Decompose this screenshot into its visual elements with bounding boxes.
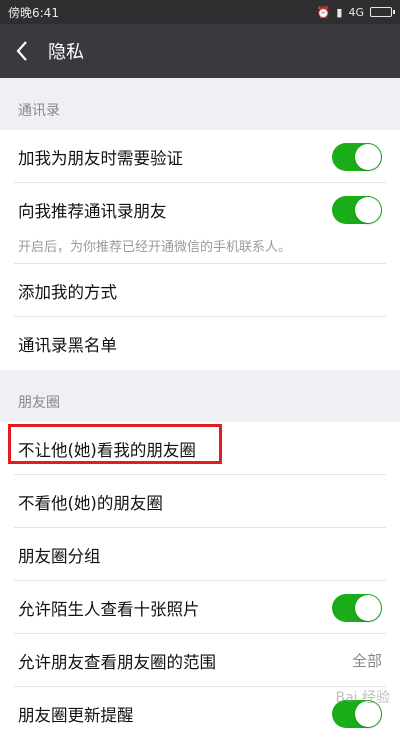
section-header-contacts: 通讯录 [0,78,400,130]
hide-others-label: 不看他(她)的朋友圈 [18,493,163,513]
verify-friend-toggle[interactable] [332,142,382,171]
stranger-photos-label: 允许陌生人查看十张照片 [18,599,200,619]
friends-range-value: 全部 [351,652,382,670]
add-methods-row[interactable]: 添加我的方式 [0,264,400,317]
battery-icon [370,7,395,17]
status-icons: ⏰ ▮ 4G [316,5,395,19]
recommend-contacts-row[interactable]: 向我推荐通讯录朋友 [0,183,400,236]
highlight-box [8,424,222,464]
moments-groups-row[interactable]: 朋友圈分组 [0,528,400,581]
friends-range-row[interactable]: 允许朋友查看朋友圈的范围 全部 [0,634,400,687]
toggle-knob [355,594,381,621]
back-button[interactable] [0,24,44,78]
stranger-photos-toggle[interactable] [332,593,382,622]
toggle-knob [355,143,381,170]
stranger-photos-row[interactable]: 允许陌生人查看十张照片 [0,581,400,634]
add-methods-label: 添加我的方式 [18,282,117,302]
recommend-contacts-label: 向我推荐通讯录朋友 [18,201,167,221]
friends-range-label: 允许朋友查看朋友圈的范围 [18,652,216,672]
page-title: 隐私 [48,42,84,63]
chevron-left-icon [16,41,27,61]
toggle-knob [355,196,381,223]
recommend-contacts-toggle[interactable] [332,195,382,224]
section-header-moments: 朋友圈 [0,370,400,422]
update-reminder-label: 朋友圈更新提醒 [18,705,134,725]
title-bar: 隐私 [0,24,400,78]
network-type: 4G [348,5,364,19]
status-time: 傍晚6:41 [8,5,59,20]
verify-friend-row[interactable]: 加我为朋友时需要验证 [0,130,400,183]
alarm-icon: ⏰ [316,5,331,19]
hide-others-row[interactable]: 不看他(她)的朋友圈 [0,475,400,528]
status-bar: 傍晚6:41 ⏰ ▮ 4G [0,0,400,24]
signal-icon: ▮ [336,5,343,19]
verify-friend-label: 加我为朋友时需要验证 [18,148,183,168]
blacklist-row[interactable]: 通讯录黑名单 [0,317,400,370]
watermark: Bai 经验 [335,690,390,706]
moments-groups-label: 朋友圈分组 [18,546,101,566]
blacklist-label: 通讯录黑名单 [18,335,117,355]
recommend-contacts-hint: 开启后，为你推荐已经开通微信的手机联系人。 [0,236,400,264]
